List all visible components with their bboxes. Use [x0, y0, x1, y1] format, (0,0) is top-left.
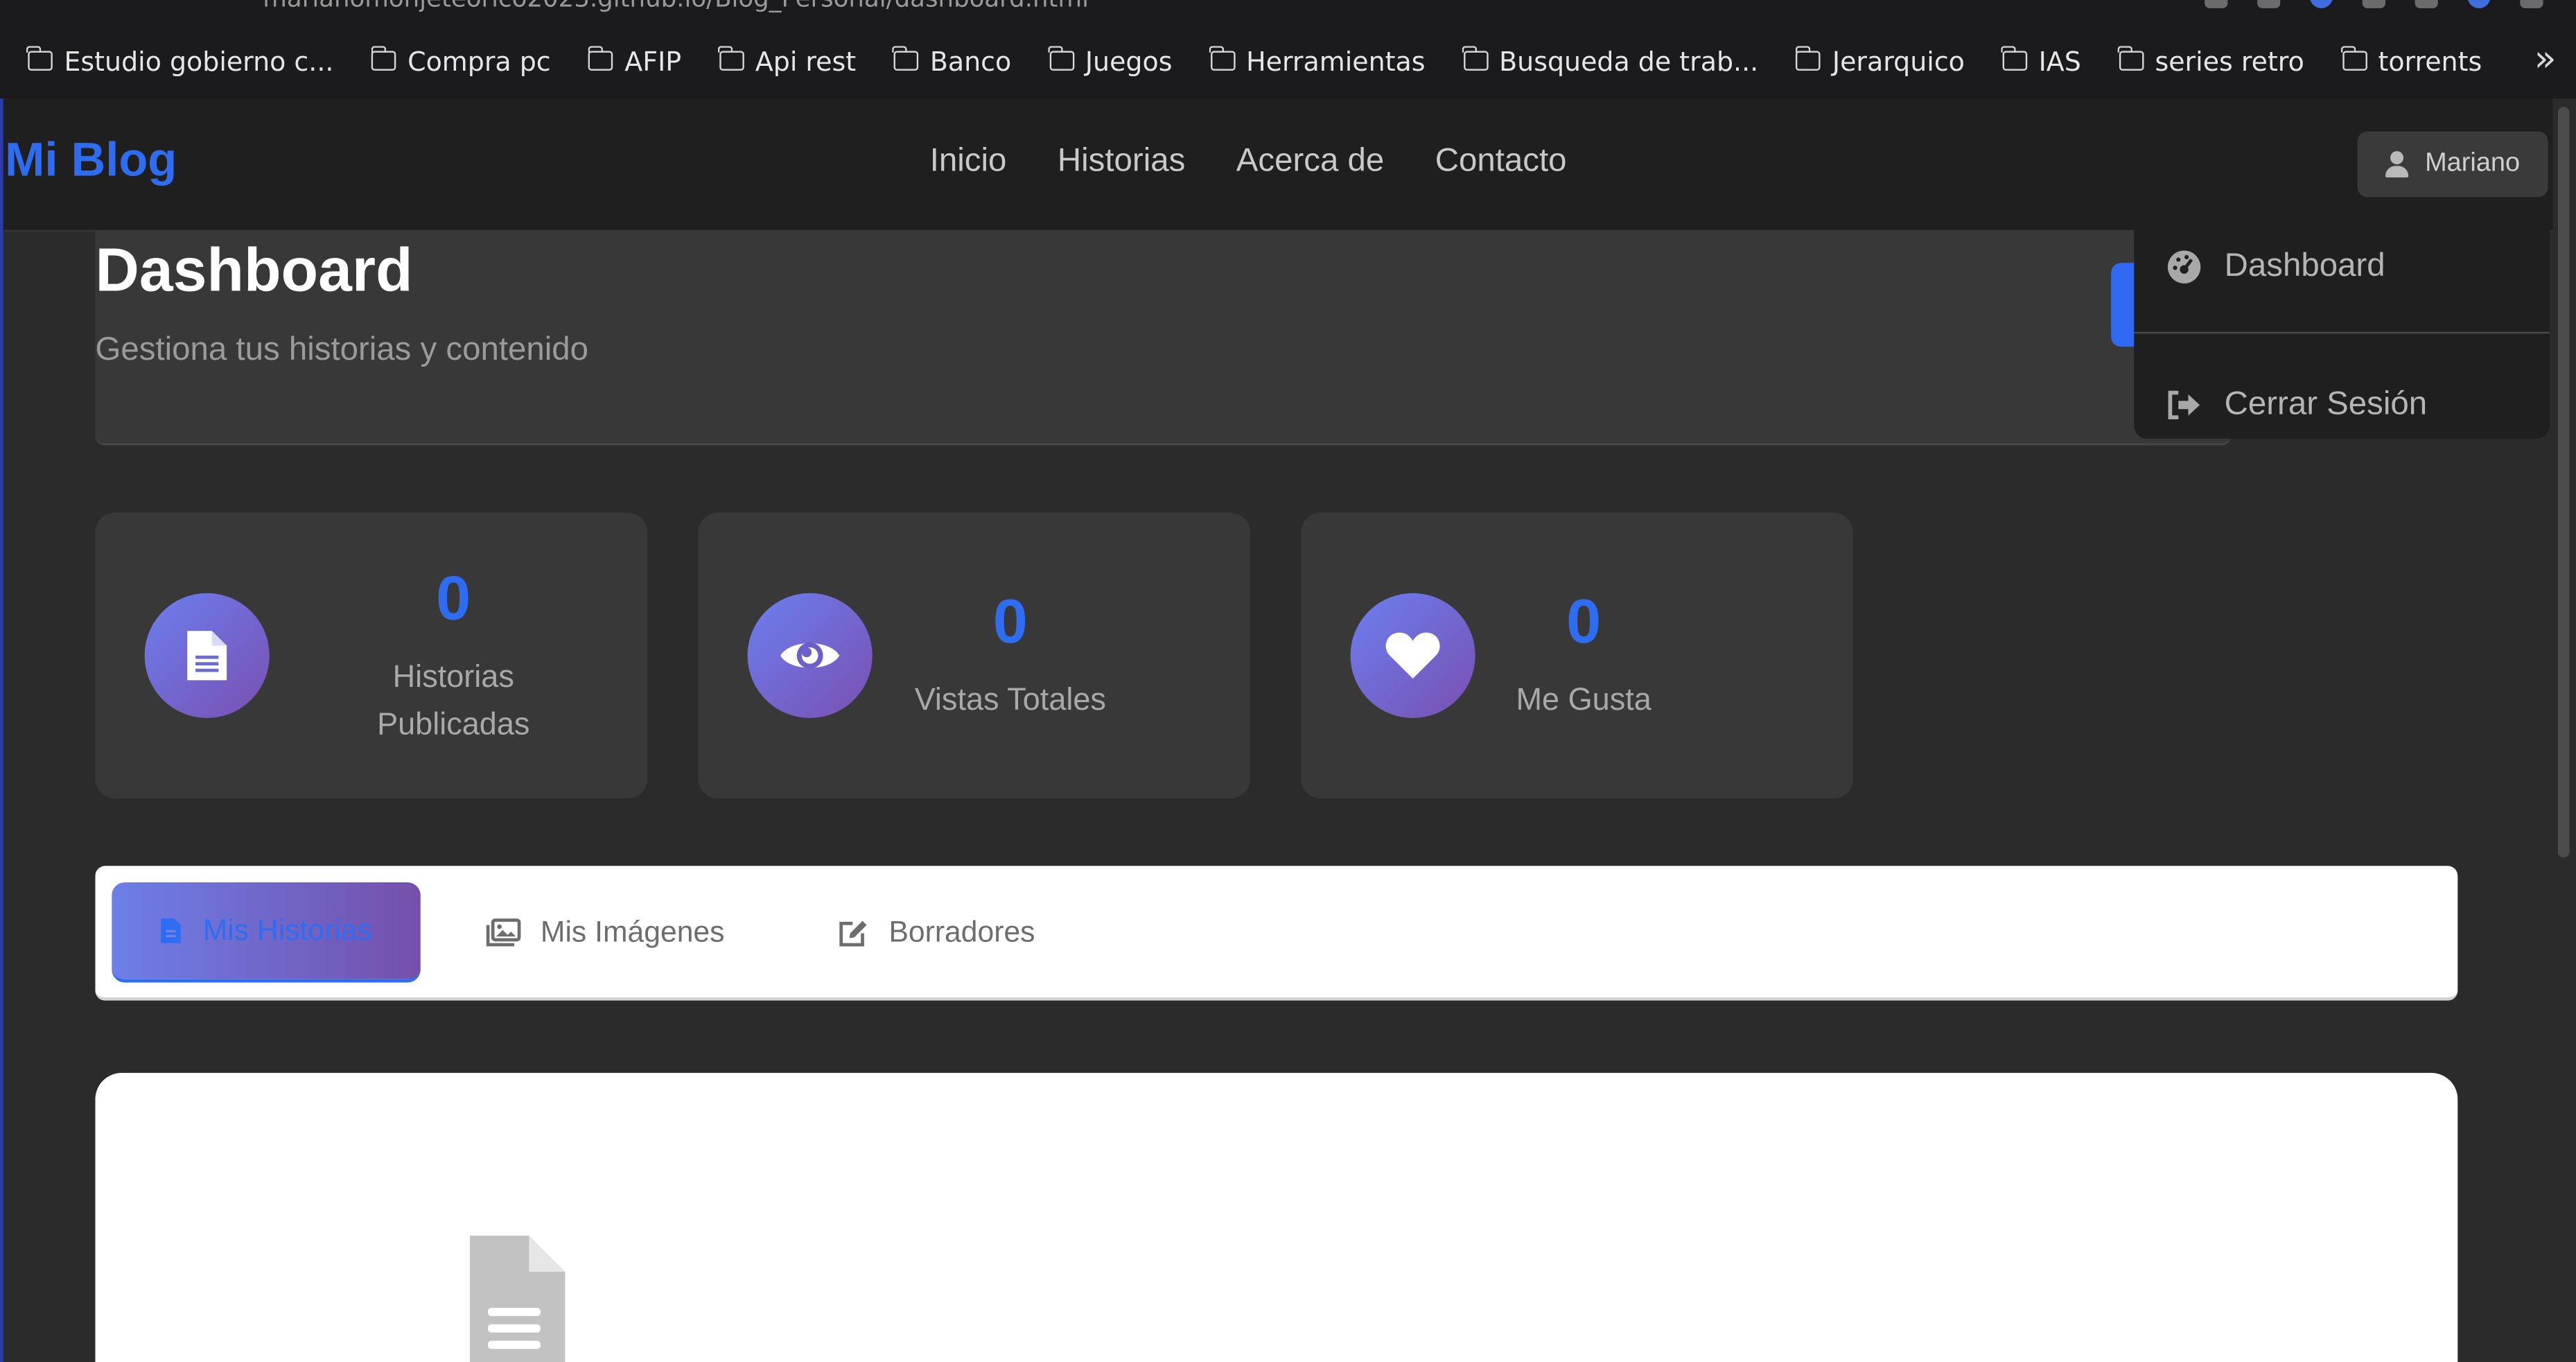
stat-value: 0 [1566, 588, 1602, 658]
bookmark-label: AFIP [624, 45, 682, 77]
nav-link-contacto[interactable]: Contacto [1435, 143, 1567, 181]
stat-label: Vistas Totales [914, 683, 1106, 718]
bookmark-label: Compra pc [408, 45, 551, 77]
folder-icon [587, 46, 613, 71]
more-bookmarks-icon[interactable]: » [2534, 40, 2557, 80]
extension-icon[interactable] [2257, 0, 2281, 8]
stat-value: 0 [436, 565, 471, 635]
bookmark-label: series retro [2155, 45, 2304, 77]
stories-content [95, 1072, 2458, 1362]
tabs-bar: Mis Historias Mis Imágenes Borradores [95, 866, 2458, 1001]
page: Mi Blog Inicio Historias Acerca de Conta… [3, 98, 2553, 1362]
folder-icon [1795, 46, 1821, 71]
bookmark-item[interactable]: Juegos [1048, 45, 1173, 77]
dropdown-divider [2134, 331, 2550, 334]
navbar: Mi Blog Inicio Historias Acerca de Conta… [3, 98, 2553, 232]
file-icon [160, 917, 183, 945]
address-text[interactable]: marianomonjeteorico2023.github.io/Blog_P… [263, 0, 1089, 13]
user-menu-button[interactable]: Mariano [2357, 131, 2548, 198]
user-icon [2385, 151, 2409, 178]
nav-link-inicio[interactable]: Inicio [930, 143, 1007, 181]
nav-link-acerca[interactable]: Acerca de [1236, 143, 1384, 181]
bookmark-label: Herramientas [1246, 45, 1426, 77]
profile-avatar-icon[interactable] [2467, 0, 2491, 8]
bookmarks-bar: Estudio gobierno c... Compra pc AFIP Api… [0, 23, 2576, 99]
stat-card-megusta: 0 Me Gusta [1301, 512, 1853, 799]
bookmark-label: Juegos [1085, 45, 1173, 77]
stat-label: Me Gusta [1516, 683, 1651, 718]
user-name: Mariano [2425, 149, 2521, 178]
bookmark-item[interactable]: Herramientas [1209, 45, 1426, 77]
tab-label: Mis Imágenes [540, 915, 725, 948]
nav-links: Inicio Historias Acerca de Contacto [930, 143, 1567, 181]
browser-toolbar-icons [2205, 0, 2543, 8]
eye-icon [747, 593, 873, 718]
bookmark-label: Busqueda de trab... [1499, 45, 1759, 77]
tab-label: Mis Historias [202, 913, 372, 947]
bookmark-item[interactable]: Jerarquico [1795, 45, 1965, 77]
extension-icon[interactable] [2415, 0, 2438, 8]
bookmark-item[interactable]: series retro [2117, 45, 2304, 77]
tab-label: Borradores [888, 915, 1035, 948]
dashboard-header: Dashboard Gestiona tus historias y conte… [95, 229, 2232, 446]
bookmark-item[interactable]: Api rest [718, 45, 857, 77]
folder-icon [893, 46, 919, 71]
folder-icon [370, 46, 396, 71]
folder-icon [2001, 46, 2027, 71]
extension-icon[interactable] [2205, 0, 2228, 8]
images-icon [486, 918, 521, 947]
folder-icon [1462, 46, 1488, 71]
bookmark-label: Jerarquico [1832, 45, 1965, 77]
heart-icon [1350, 593, 1475, 718]
tab-mis-historias[interactable]: Mis Historias [112, 882, 421, 983]
tab-mis-imagenes[interactable]: Mis Imágenes [486, 882, 725, 983]
bookmark-item[interactable]: IAS [2001, 45, 2081, 77]
nav-link-historias[interactable]: Historias [1058, 143, 1185, 181]
stat-value: 0 [992, 588, 1028, 658]
folder-icon [2117, 46, 2144, 71]
folder-icon [718, 46, 744, 71]
dropdown-item-logout[interactable]: Cerrar Sesión [2167, 386, 2529, 424]
page-title: Dashboard [95, 236, 413, 304]
folder-icon [26, 46, 53, 71]
bookmark-item[interactable]: Estudio gobierno c... [26, 45, 334, 77]
bookmark-label: Api rest [755, 45, 857, 77]
bookmark-label: IAS [2038, 45, 2081, 77]
bookmark-item[interactable]: Banco [893, 45, 1012, 77]
extension-icon[interactable] [2362, 0, 2385, 8]
extension-icon[interactable] [2309, 0, 2333, 8]
user-dropdown-menu: Dashboard Cerrar Sesión [2134, 213, 2550, 439]
brand-logo[interactable]: Mi Blog [5, 134, 177, 189]
stat-card-vistas: 0 Vistas Totales [698, 512, 1250, 799]
scrollbar-thumb[interactable] [2557, 107, 2570, 858]
bookmark-item[interactable]: Compra pc [370, 45, 551, 77]
bookmark-item[interactable]: Busqueda de trab... [1462, 45, 1759, 77]
edit-icon [838, 918, 869, 948]
tab-borradores[interactable]: Borradores [838, 882, 1035, 983]
menu-icon[interactable] [2520, 0, 2543, 8]
address-bar[interactable]: marianomonjeteorico2023.github.io/Blog_P… [0, 0, 2576, 24]
folder-icon [1209, 46, 1235, 71]
stat-label: Historias Publicadas [377, 660, 530, 743]
bookmark-label: Estudio gobierno c... [64, 45, 334, 77]
dropdown-item-label: Cerrar Sesión [2224, 386, 2428, 423]
page-subtitle: Gestiona tus historias y contenido [95, 331, 589, 368]
folder-icon [2340, 46, 2367, 71]
stat-card-historias: 0 Historias Publicadas [95, 512, 647, 799]
file-icon [144, 593, 270, 718]
page-scrollbar[interactable] [2552, 98, 2576, 1362]
dropdown-item-dashboard[interactable]: Dashboard [2167, 248, 2529, 286]
tachometer-icon [2167, 250, 2202, 284]
bookmark-label: Banco [929, 45, 1012, 77]
bookmark-label: torrents [2378, 45, 2482, 77]
folder-icon [1048, 46, 1074, 71]
bookmark-item[interactable]: torrents [2340, 45, 2482, 77]
dropdown-item-label: Dashboard [2224, 247, 2385, 285]
empty-file-icon [463, 1235, 566, 1362]
bookmark-item[interactable]: AFIP [587, 45, 682, 77]
sign-out-icon [2167, 390, 2202, 421]
